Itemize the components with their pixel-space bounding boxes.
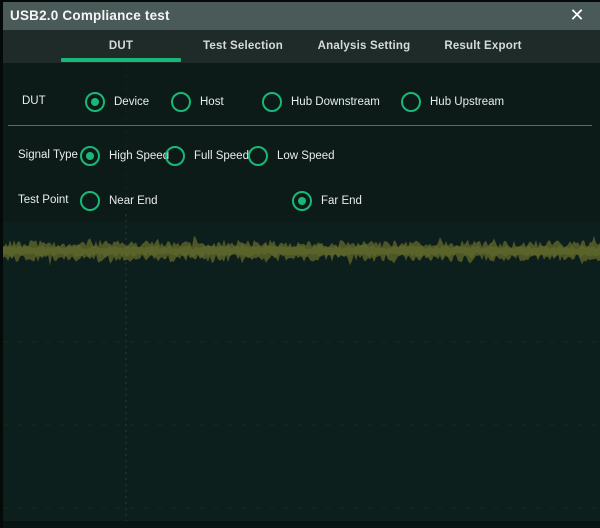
radio-option-label: Hub Downstream <box>291 96 380 108</box>
radio-option-label: Far End <box>321 195 362 207</box>
tab-dut[interactable]: DUT <box>60 30 182 63</box>
radio-unselected-icon <box>262 92 282 112</box>
row-label-dut: DUT <box>22 95 46 107</box>
row-label-signal-type: Signal Type <box>18 149 78 161</box>
radio-dot <box>298 197 306 205</box>
radio-option-label: High Speed <box>109 150 169 162</box>
title-bar: USB2.0 Compliance test ✕ <box>3 2 600 30</box>
radio-selected-icon <box>292 191 312 211</box>
compliance-test-dialog: USB2.0 Compliance test ✕ DUT Test Selecti… <box>0 0 600 528</box>
radio-selected-icon <box>85 92 105 112</box>
row-divider <box>8 125 592 126</box>
tab-result-export[interactable]: Result Export <box>422 30 544 63</box>
radio-option-label: Host <box>200 96 224 108</box>
radio-unselected-icon <box>171 92 191 112</box>
radio-option-far-end[interactable]: Far End <box>292 191 362 211</box>
tab-bar: DUT Test Selection Analysis Setting Result … <box>3 30 600 63</box>
radio-dot <box>91 98 99 106</box>
radio-option-label: Near End <box>109 195 158 207</box>
radio-unselected-icon <box>80 191 100 211</box>
tab-label: Test Selection <box>203 40 283 52</box>
radio-option-label: Full Speed <box>194 150 249 162</box>
radio-option-device[interactable]: Device <box>85 92 149 112</box>
screen-bottom-edge <box>0 521 600 528</box>
radio-option-label: Hub Upstream <box>430 96 504 108</box>
radio-option-near-end[interactable]: Near End <box>80 191 158 211</box>
radio-unselected-icon <box>401 92 421 112</box>
radio-option-hub-upstream[interactable]: Hub Upstream <box>401 92 504 112</box>
radio-option-low-speed[interactable]: Low Speed <box>248 146 335 166</box>
tab-label: Result Export <box>444 40 521 52</box>
dut-settings-form: DUT Device Host Hub Downstream Hub Upstream S… <box>3 63 600 223</box>
radio-dot <box>86 152 94 160</box>
tab-analysis-setting[interactable]: Analysis Setting <box>303 30 425 63</box>
close-icon[interactable]: ✕ <box>559 2 595 30</box>
radio-selected-icon <box>80 146 100 166</box>
row-label-test-point: Test Point <box>18 194 69 206</box>
radio-unselected-icon <box>248 146 268 166</box>
window-title: USB2.0 Compliance test <box>10 2 170 30</box>
radio-option-host[interactable]: Host <box>171 92 224 112</box>
radio-option-label: Low Speed <box>277 150 335 162</box>
radio-option-label: Device <box>114 96 149 108</box>
tab-test-selection[interactable]: Test Selection <box>182 30 304 63</box>
active-tab-underline <box>61 58 181 62</box>
radio-unselected-icon <box>165 146 185 166</box>
tab-label: DUT <box>109 40 133 52</box>
radio-option-full-speed[interactable]: Full Speed <box>165 146 249 166</box>
radio-option-high-speed[interactable]: High Speed <box>80 146 169 166</box>
radio-option-hub-downstream[interactable]: Hub Downstream <box>262 92 380 112</box>
tab-label: Analysis Setting <box>318 40 411 52</box>
